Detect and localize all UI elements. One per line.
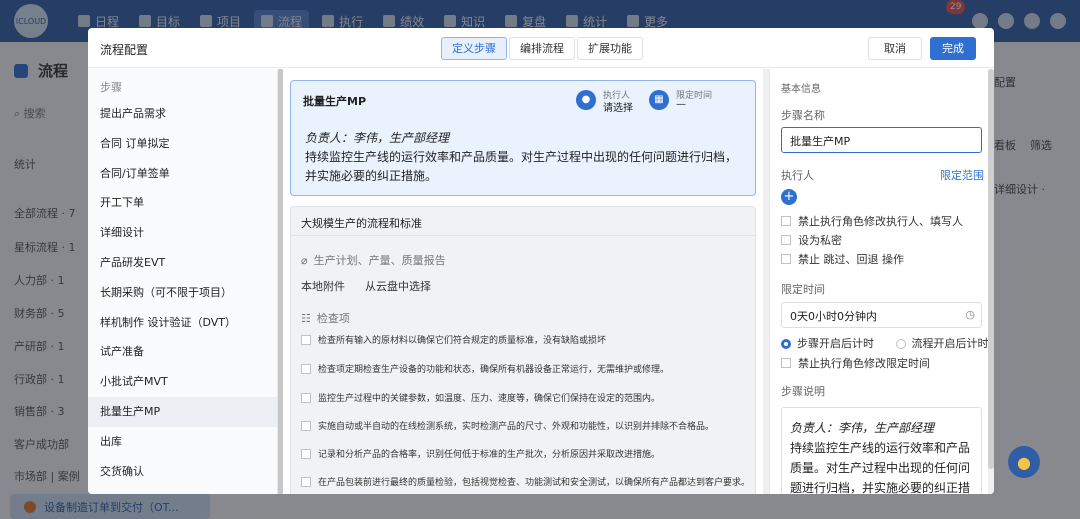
step-item[interactable]: 开工下单 [88, 188, 277, 218]
checkbox[interactable] [781, 254, 791, 264]
step-card-title: 批量生产MP [303, 95, 367, 108]
option-checkbox[interactable]: 禁止 跳过、回退 操作 [781, 251, 904, 267]
step-name-label: 步骤名称 [781, 109, 825, 122]
local-attachment-button[interactable]: 本地附件 [301, 278, 345, 294]
checkbox[interactable] [781, 235, 791, 245]
checklist-header: ☷ 检查项 [301, 311, 350, 326]
help-bulb-icon[interactable]: ● [1008, 446, 1040, 478]
tab-arrange-process[interactable]: 编排流程 [509, 37, 575, 60]
step-card-description: 负责人：李伟，生产部经理 持续监控生产线的运行效率和产品质量。对生产过程中出现的… [305, 129, 745, 186]
checkbox[interactable] [301, 420, 311, 431]
timing-radio-group: 步骤开启后计时 流程开启后计时 [781, 335, 989, 351]
step-info-panel: 基本信息 步骤名称 批量生产MP 执行人 限定范围 + 禁止执行角色修改执行人、… [769, 69, 994, 494]
checklist-icon: ☷ [301, 311, 311, 325]
tab-define-steps[interactable]: 定义步骤 [441, 37, 507, 60]
step-editor: 批量生产MP ● 执行人 请选择 ▦ 限定时间 — 负责人：李伟，生产部经理 持… [283, 69, 763, 494]
deadline-value[interactable]: — [676, 99, 686, 110]
checklist-item[interactable]: 检查项定期检查生产设备的功能和状态，确保所有机器设备正常运行，无需维护或修理。 [301, 362, 669, 375]
step-item[interactable]: 合同/订单签单 [88, 159, 277, 189]
executor-label: 执行人 [781, 169, 814, 182]
attachment-header: ⌀ 生产计划、产量、质量报告 [301, 253, 446, 268]
step-detail-card: 大规模生产的流程和标准 ⌀ 生产计划、产量、质量报告 本地附件 从云盘中选择 ☷ 检… [290, 206, 757, 494]
tab-extensions[interactable]: 扩展功能 [577, 37, 643, 60]
step-item[interactable]: 提出产品需求 [88, 99, 277, 129]
step-item[interactable]: 长期采购（可不限于项目） [88, 278, 277, 308]
option-checkbox[interactable]: 设为私密 [781, 232, 842, 248]
limit-scope-link[interactable]: 限定范围 [940, 167, 984, 183]
step-item[interactable]: 出库 [88, 427, 277, 457]
modal-tabs: 定义步骤 编排流程 扩展功能 [441, 37, 645, 60]
checklist-item[interactable]: 实施自动或半自动的在线检测系统，实时检测产品的尺寸、外观和功能性，以识别并排除不… [301, 419, 714, 432]
step-item[interactable]: 详细设计 [88, 218, 277, 248]
modal-title: 流程配置 [100, 43, 149, 57]
checkbox[interactable] [781, 358, 791, 368]
process-config-modal: 流程配置 定义步骤 编排流程 扩展功能 取消 完成 步骤 提出产品需求 合同 订… [88, 28, 994, 494]
cancel-button[interactable]: 取消 [868, 37, 922, 60]
step-item[interactable]: 产品研发EVT [88, 248, 277, 278]
cloud-attachment-button[interactable]: 从云盘中选择 [365, 278, 431, 294]
steps-list: 步骤 提出产品需求 合同 订单拟定 合同/订单签单 开工下单 详细设计 产品研发… [88, 69, 278, 494]
step-desc-textarea[interactable]: 负责人：李伟，生产部经理 持续监控生产线的运行效率和产品质量。对生产过程中出现的… [781, 407, 982, 494]
done-button[interactable]: 完成 [930, 37, 976, 60]
time-limit-label: 限定时间 [781, 283, 825, 296]
desc-responsible: 负责人：李伟，生产部经理 [790, 421, 935, 435]
radio-button[interactable] [781, 339, 791, 349]
step-item[interactable]: 交货确认 [88, 457, 277, 487]
step-desc-label: 步骤说明 [781, 385, 825, 398]
radio-process-start[interactable]: 流程开启后计时 [895, 337, 989, 350]
step-card[interactable]: 批量生产MP ● 执行人 请选择 ▦ 限定时间 — 负责人：李伟，生产部经理 持… [290, 80, 756, 196]
user-icon[interactable]: ● [576, 90, 596, 110]
checkbox[interactable] [301, 392, 311, 403]
info-scrollbar[interactable] [988, 69, 994, 494]
step-item[interactable]: 小批试产MVT [88, 367, 277, 397]
add-executor-icon[interactable]: + [781, 189, 797, 205]
checklist-item[interactable]: 在产品包装前进行最终的质量检验，包括视觉检查、功能测试和安全测试，以确保所有产品… [301, 475, 750, 488]
checkbox[interactable] [301, 476, 311, 487]
step-item[interactable]: 试产准备 [88, 337, 277, 367]
radio-step-start[interactable]: 步骤开启后计时 [781, 337, 874, 350]
responsible-text: 负责人：李伟，生产部经理 [305, 131, 450, 145]
checkbox[interactable] [781, 216, 791, 226]
description-text: 持续监控生产线的运行效率和产品质量。对生产过程中出现的任何问题进行归档，并实施必… [305, 150, 738, 183]
modal-header: 流程配置 定义步骤 编排流程 扩展功能 取消 完成 [88, 28, 994, 68]
checklist-item[interactable]: 监控生产过程中的关键参数，如温度、压力、速度等，确保它们保持在设定的范围内。 [301, 391, 660, 404]
checkbox[interactable] [301, 448, 311, 459]
step-item[interactable]: 合同 订单拟定 [88, 129, 277, 159]
paperclip-icon: ⌀ [301, 253, 308, 267]
step-name-input[interactable]: 批量生产MP [781, 127, 982, 153]
steps-header: 步骤 [100, 81, 122, 94]
detail-title: 大规模生产的流程和标准 [301, 217, 422, 230]
checkbox[interactable] [301, 363, 311, 374]
basic-info-label: 基本信息 [781, 84, 821, 95]
divider [291, 235, 757, 236]
clock-icon: ◷ [965, 308, 975, 321]
step-item[interactable]: 样机制作 设计验证（DVT） [88, 308, 277, 338]
scrollbar-thumb[interactable] [988, 69, 994, 469]
desc-text: 持续监控生产线的运行效率和产品质量。对生产过程中出现的任何问题进行归档，并实施必… [790, 441, 971, 494]
time-limit-input[interactable]: 0天0小时0分钟内 ◷ [781, 302, 982, 328]
time-option-checkbox[interactable]: 禁止执行角色修改限定时间 [781, 355, 930, 371]
option-checkbox[interactable]: 禁止执行角色修改执行人、填写人 [781, 213, 963, 229]
checklist-item[interactable]: 检查所有输入的原材料以确保它们符合规定的质量标准，没有缺陷或损坏 [301, 333, 606, 346]
radio-button[interactable] [895, 339, 906, 349]
checkbox[interactable] [301, 334, 311, 345]
executor-value[interactable]: 请选择 [603, 99, 633, 114]
checklist-item[interactable]: 记录和分析产品的合格率，识别任何低于标准的生产批次，分析原因并采取改进措施。 [301, 447, 660, 460]
calendar-icon[interactable]: ▦ [649, 90, 669, 110]
step-item-active[interactable]: 批量生产MP [88, 396, 277, 427]
